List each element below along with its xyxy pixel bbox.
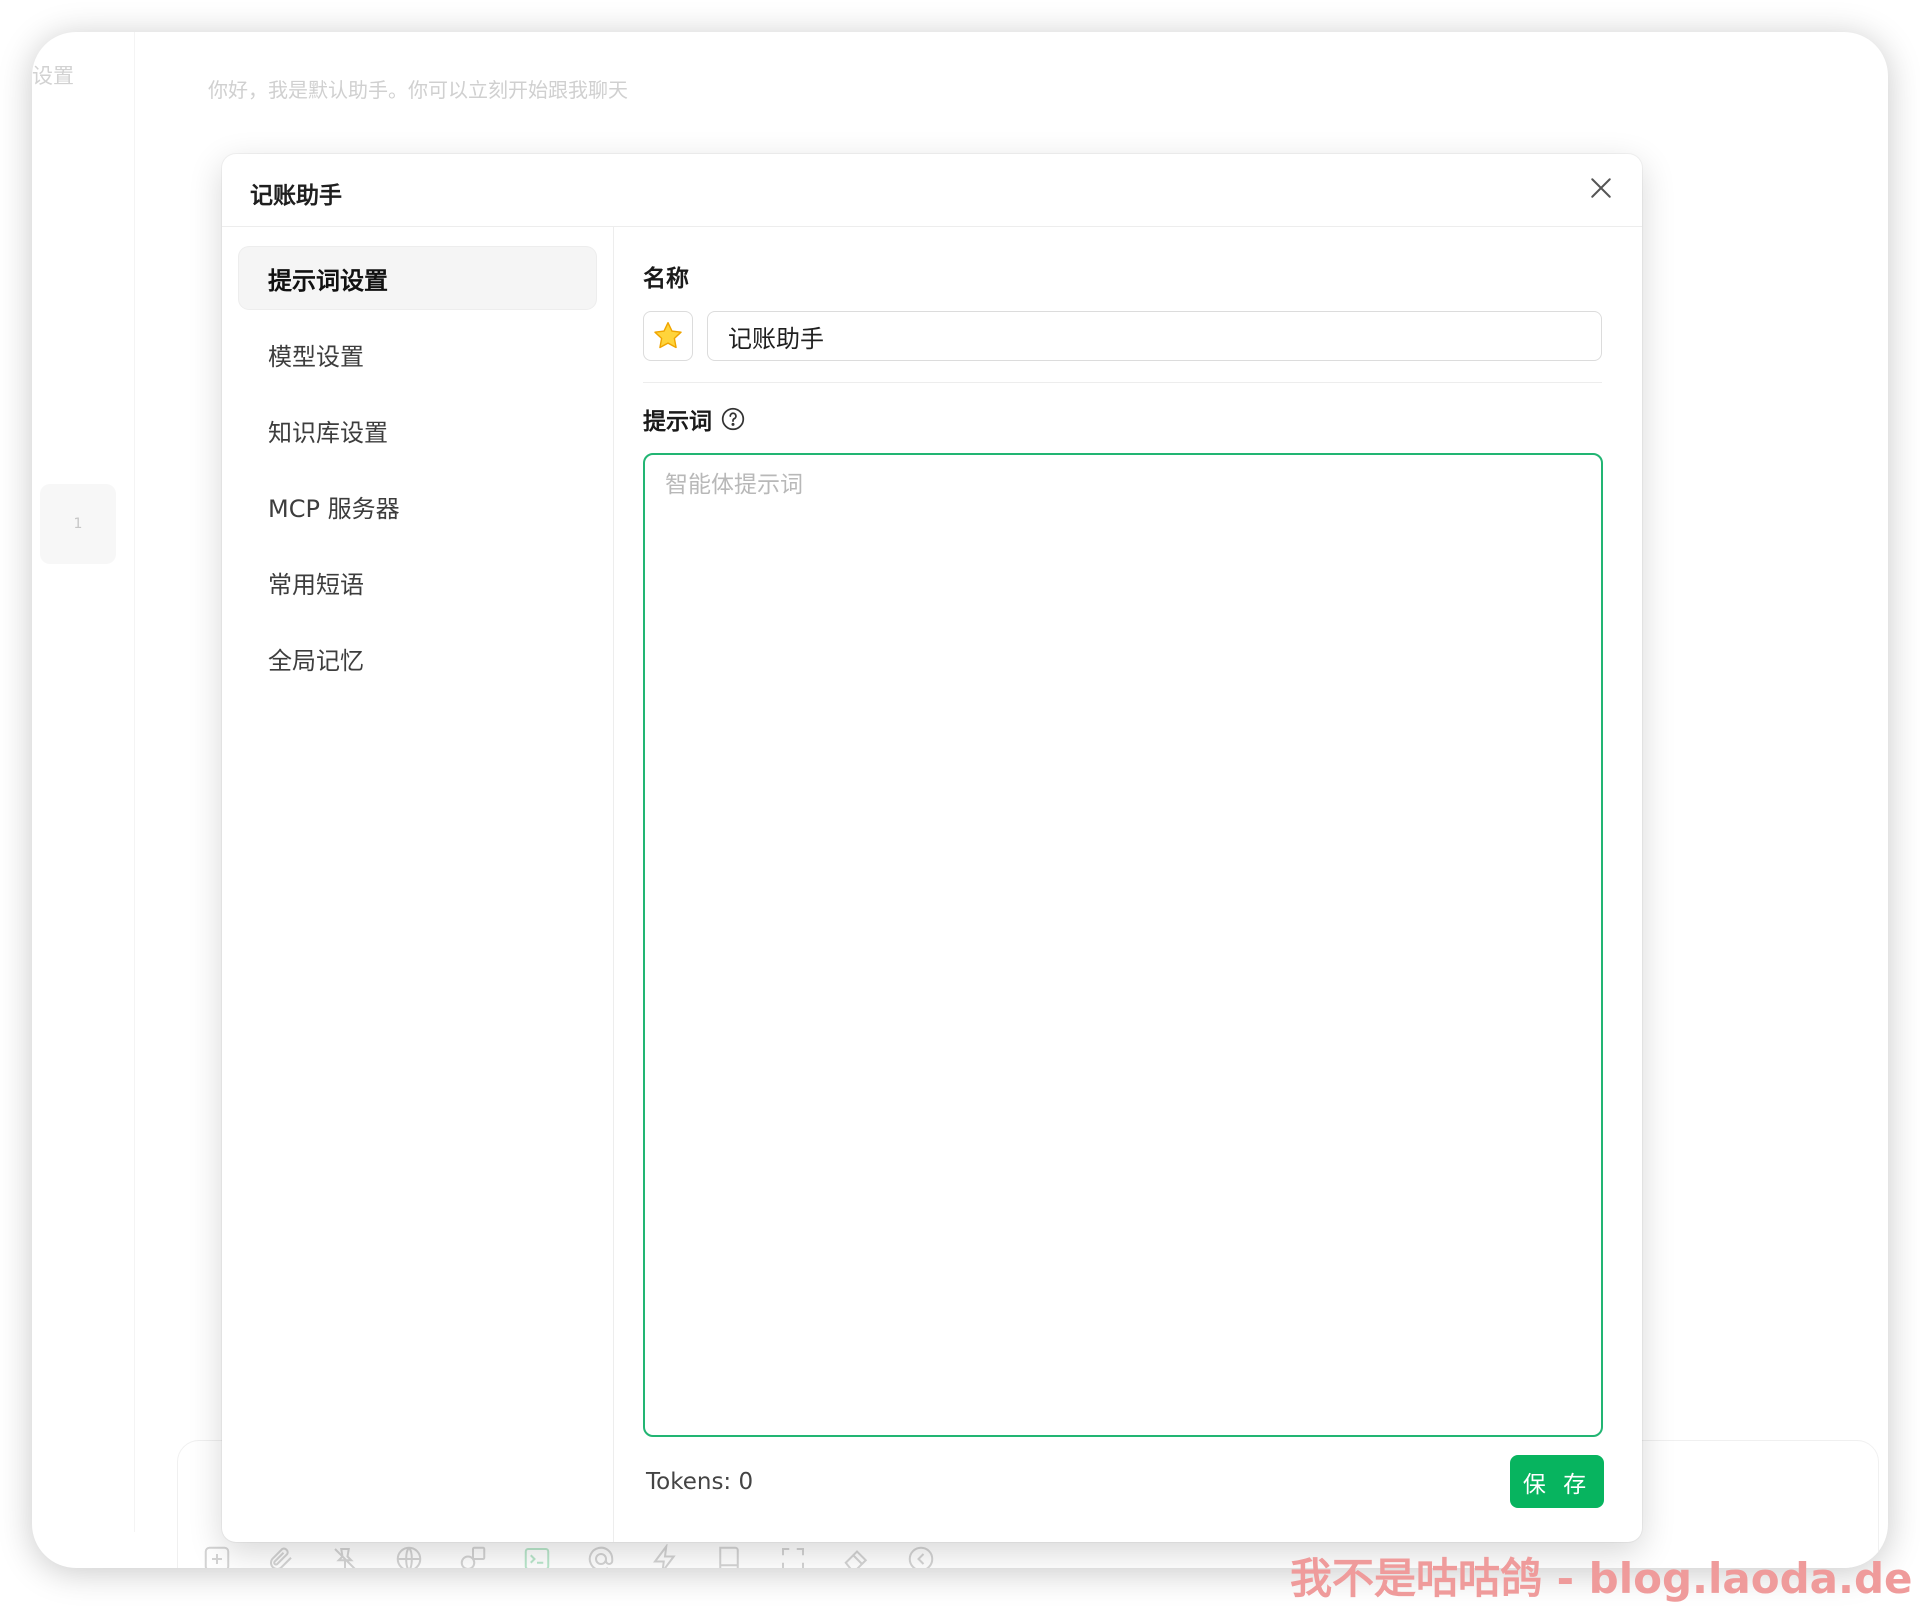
watermark: 我不是咕咕鸽 - blog.laoda.de xyxy=(1290,1554,1913,1603)
name-label: 名称 xyxy=(643,259,689,293)
nav-item-knowledge-settings[interactable]: 知识库设置 xyxy=(239,399,596,461)
at-sign-icon xyxy=(586,1544,616,1568)
prompt-textarea[interactable] xyxy=(643,453,1603,1437)
close-button[interactable] xyxy=(1586,173,1616,203)
prompt-settings-panel: 名称 提示词 Tokens: 0 保 存 xyxy=(613,227,1642,1542)
settings-nav: 提示词设置 模型设置 知识库设置 MCP 服务器 常用短语 全局记忆 xyxy=(222,227,614,1542)
globe-icon xyxy=(394,1544,424,1568)
prompt-label-text: 提示词 xyxy=(643,409,712,435)
help-icon[interactable] xyxy=(720,406,746,432)
eraser-icon xyxy=(842,1544,872,1568)
background-sidebar-title: 设置 xyxy=(32,64,74,88)
background-toolbar xyxy=(202,1542,936,1568)
prompt-label: 提示词 xyxy=(643,402,746,436)
star-emoji-icon xyxy=(654,321,682,349)
book-icon xyxy=(714,1544,744,1568)
nav-item-mcp-servers[interactable]: MCP 服务器 xyxy=(239,475,596,537)
assistant-settings-modal: 记账助手 提示词设置 模型设置 知识库设置 MCP 服务器 常用短语 全局记忆 … xyxy=(222,154,1642,1542)
at-circle-icon xyxy=(906,1544,936,1568)
assistant-name-input[interactable] xyxy=(707,311,1602,361)
modal-header: 记账助手 xyxy=(222,154,1642,227)
pin-icon xyxy=(330,1544,360,1568)
save-button[interactable]: 保 存 xyxy=(1510,1455,1604,1508)
close-icon xyxy=(1591,178,1611,198)
terminal-icon xyxy=(522,1544,552,1568)
app-window: 设置 你好，我是默认助手。你可以立刻开始跟我聊天 1 记账助手 提示词设置 模型… xyxy=(32,32,1888,1568)
background-divider xyxy=(134,32,135,1532)
name-label-text: 名称 xyxy=(643,266,689,292)
expand-icon xyxy=(778,1544,808,1568)
nav-item-global-memory[interactable]: 全局记忆 xyxy=(239,627,596,689)
emoji-picker-button[interactable] xyxy=(643,311,693,361)
new-topic-icon xyxy=(202,1544,232,1568)
modal-title: 记账助手 xyxy=(250,183,342,209)
background-greeting: 你好，我是默认助手。你可以立刻开始跟我聊天 xyxy=(208,78,628,102)
nav-item-quick-phrases[interactable]: 常用短语 xyxy=(239,551,596,613)
token-count: Tokens: 0 xyxy=(646,1469,754,1495)
nav-item-model-settings[interactable]: 模型设置 xyxy=(239,323,596,385)
lightning-icon xyxy=(650,1542,680,1568)
background-topic-badge: 1 xyxy=(40,484,116,564)
section-divider xyxy=(643,382,1602,383)
nav-item-prompt-settings[interactable]: 提示词设置 xyxy=(239,247,596,309)
shapes-icon xyxy=(458,1544,488,1568)
attachment-icon xyxy=(266,1544,296,1568)
